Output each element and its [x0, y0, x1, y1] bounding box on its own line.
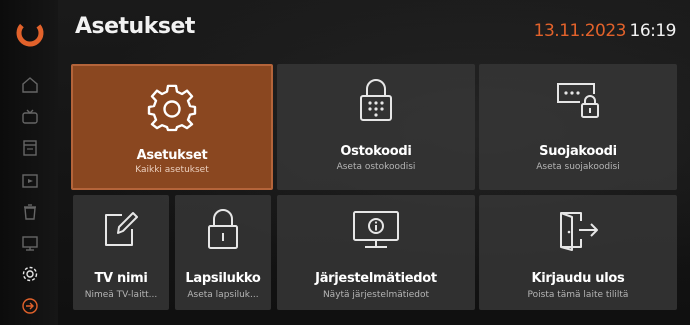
password-lock-icon	[557, 83, 599, 118]
gear-icon	[147, 84, 197, 132]
trash-icon	[24, 204, 36, 220]
tile-subtitle: Näytä järjestelmätiedot	[322, 290, 430, 300]
lock-icon	[208, 209, 238, 249]
tile-system-info[interactable]: Järjestelmätiedot Näytä järjestelmätiedo…	[277, 195, 475, 310]
tile-title: TV nimi	[94, 271, 148, 286]
tile-title: Suojakoodi	[539, 144, 617, 159]
sidebar	[0, 0, 58, 325]
edit-icon	[105, 212, 138, 246]
tile-title: Järjestelmätiedot	[315, 271, 437, 286]
header-time: 16:19	[629, 21, 677, 41]
sidebar-item-trash[interactable]	[18, 201, 42, 223]
page-title: Asetukset	[75, 14, 195, 39]
guide-icon	[23, 140, 37, 156]
monitor-info-icon	[353, 211, 399, 248]
tile-tv-name[interactable]: TV nimi Nimeä TV-laitt...	[73, 195, 169, 310]
tv-icon	[22, 109, 38, 124]
sidebar-item-screen[interactable]	[18, 232, 42, 254]
sidebar-item-recordings[interactable]	[18, 170, 42, 192]
tile-subtitle: Aseta ostokoodisi	[336, 162, 416, 172]
screen-icon	[22, 236, 38, 251]
sidebar-item-settings[interactable]	[18, 263, 42, 285]
tile-title: Lapsilukko	[185, 271, 261, 286]
recordings-icon	[22, 174, 38, 188]
tile-subtitle: Aseta lapsiluk...	[187, 290, 259, 300]
tile-subtitle: Kaikki asetukset	[135, 165, 209, 175]
sidebar-item-home[interactable]	[18, 74, 42, 96]
logo-icon	[16, 19, 44, 47]
tile-subtitle: Poista tämä laite tililtä	[527, 290, 629, 300]
tile-title: Ostokoodi	[340, 144, 412, 159]
sidebar-item-guide[interactable]	[18, 137, 42, 159]
tile-purchase-code[interactable]: Ostokoodi Aseta ostokoodisi	[277, 64, 475, 190]
tile-parental-lock[interactable]: Lapsilukko Aseta lapsiluk...	[175, 195, 271, 310]
tile-subtitle: Aseta suojakoodisi	[536, 162, 620, 172]
door-exit-icon	[560, 212, 598, 251]
tile-settings[interactable]: Asetukset Kaikki asetukset	[71, 64, 273, 190]
header-date: 13.11.2023	[533, 21, 627, 41]
sidebar-item-tv[interactable]	[18, 106, 42, 128]
sidebar-item-logout[interactable]	[18, 295, 42, 317]
tile-logout[interactable]: Kirjaudu ulos Poista tämä laite tililtä	[479, 195, 677, 310]
home-icon	[22, 77, 38, 93]
tile-subtitle: Nimeä TV-laitt...	[84, 290, 158, 300]
tile-title: Asetukset	[136, 148, 208, 163]
logout-icon	[22, 298, 38, 314]
tile-title: Kirjaudu ulos	[531, 271, 625, 286]
settings-icon	[22, 266, 38, 282]
tile-protection-code[interactable]: Suojakoodi Aseta suojakoodisi	[479, 64, 677, 190]
lock-keypad-icon	[360, 79, 392, 121]
